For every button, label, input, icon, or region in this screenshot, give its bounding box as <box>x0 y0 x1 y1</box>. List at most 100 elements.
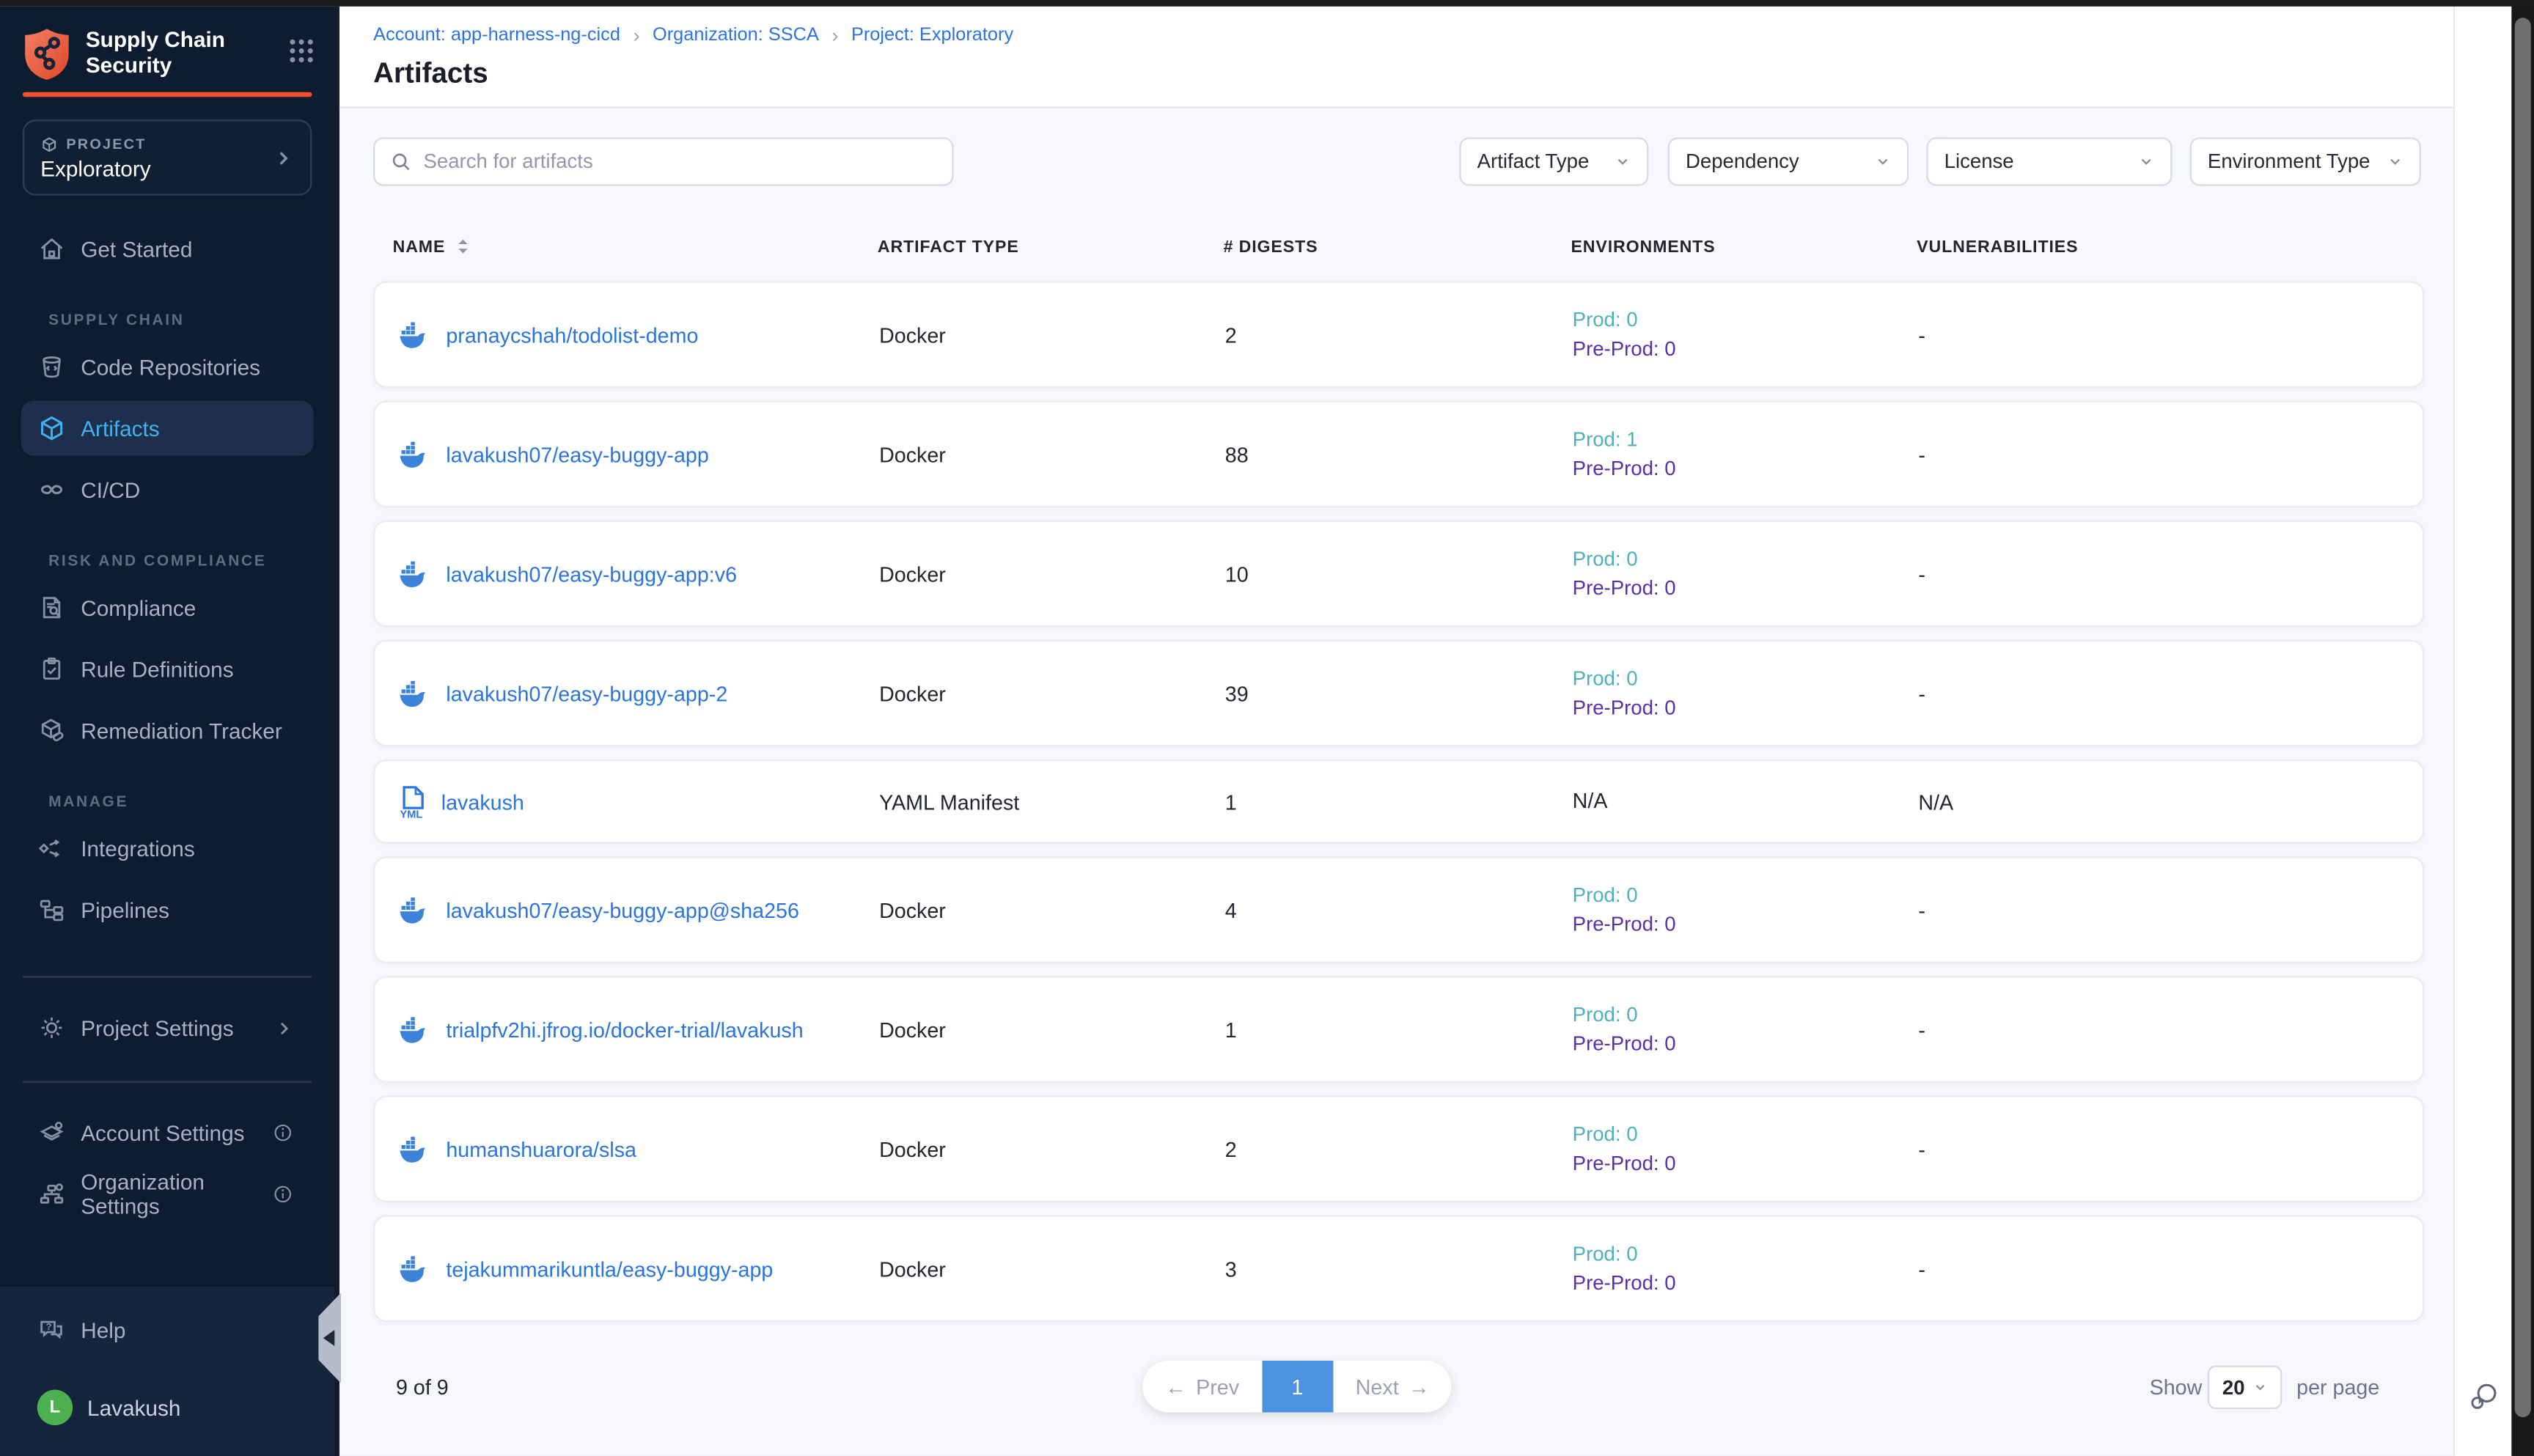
preprod-count-link[interactable]: Pre-Prod: 0 <box>1573 910 1919 939</box>
module-grid-icon[interactable] <box>287 37 315 65</box>
artifact-name-link[interactable]: humanshuarora/slsa <box>446 1137 636 1161</box>
prod-count-link[interactable]: Prod: 0 <box>1573 664 1919 694</box>
sidebar-item-organization-settings[interactable]: Organization Settings <box>21 1166 314 1221</box>
avatar: L <box>37 1390 73 1425</box>
page-size-select[interactable]: 20 <box>2208 1366 2282 1410</box>
preprod-count-link[interactable]: Pre-Prod: 0 <box>1573 454 1919 483</box>
filter-dependency[interactable]: Dependency <box>1668 137 1909 185</box>
scrollbar-thumb[interactable] <box>2515 18 2531 1417</box>
chevron-down-icon <box>2387 153 2403 169</box>
page-1-button[interactable]: 1 <box>1262 1361 1333 1413</box>
artifact-name-link[interactable]: pranaycshah/todolist-demo <box>446 323 698 347</box>
gear-icon <box>37 1013 67 1043</box>
sidebar-item-label: Artifacts <box>81 416 159 441</box>
table-row[interactable]: lavakush07/easy-buggy-app@sha256Docker4P… <box>373 856 2424 963</box>
column-header-environments: ENVIRONMENTS <box>1571 237 1917 256</box>
preprod-count-link[interactable]: Pre-Prod: 0 <box>1573 694 1919 723</box>
artifact-name-link[interactable]: tejakummarikuntla/easy-buggy-app <box>446 1257 773 1281</box>
artifact-name-link[interactable]: lavakush <box>441 790 524 814</box>
artifact-type-cell: Docker <box>879 442 1225 466</box>
artifact-name-link[interactable]: lavakush07/easy-buggy-app@sha256 <box>446 897 799 922</box>
box-pill-icon <box>37 716 67 745</box>
user-menu[interactable]: L Lavakush <box>21 1380 314 1435</box>
chevron-down-icon <box>1615 153 1631 169</box>
filter-environment-type[interactable]: Environment Type <box>2190 137 2421 185</box>
table-row[interactable]: humanshuarora/slsaDocker2Prod: 0Pre-Prod… <box>373 1095 2424 1202</box>
filter-license[interactable]: License <box>1926 137 2172 185</box>
artifact-name-link[interactable]: lavakush07/easy-buggy-app:v6 <box>446 562 737 586</box>
column-header-vulnerabilities: VULNERABILITIES <box>1917 237 2424 256</box>
clipboard-check-icon <box>37 655 67 684</box>
sidebar-item-code-repositories[interactable]: Code Repositories <box>21 339 314 394</box>
table-row[interactable]: lavakush07/easy-buggy-appDocker88Prod: 1… <box>373 401 2424 507</box>
sidebar-item-rule-definitions[interactable]: Rule Definitions <box>21 641 314 696</box>
preprod-count-link[interactable]: Pre-Prod: 0 <box>1573 573 1919 603</box>
sidebar-item-help[interactable]: ? Help <box>21 1303 314 1358</box>
preprod-count-link[interactable]: Pre-Prod: 0 <box>1573 1149 1919 1178</box>
prod-count-link[interactable]: Prod: 0 <box>1573 306 1919 335</box>
breadcrumb-account-link[interactable]: Account: app-harness-ng-cicd <box>373 26 620 45</box>
table-row[interactable]: lavakush07/easy-buggy-app-2Docker39Prod:… <box>373 640 2424 746</box>
sidebar-item-integrations[interactable]: Integrations <box>21 821 314 876</box>
yaml-manifest-icon: YML <box>399 784 426 818</box>
sidebar-item-get-started[interactable]: Get Started <box>21 221 314 276</box>
table-row[interactable]: lavakush07/easy-buggy-app:v6Docker10Prod… <box>373 521 2424 627</box>
digest-count-cell: 2 <box>1225 1137 1573 1161</box>
sidebar-item-pipelines[interactable]: Pipelines <box>21 882 314 937</box>
next-page-button[interactable]: Next → <box>1333 1361 1453 1413</box>
prod-count-link[interactable]: Prod: 0 <box>1573 880 1919 910</box>
table-row[interactable]: tejakummarikuntla/easy-buggy-appDocker3P… <box>373 1216 2424 1322</box>
sidebar-item-account-settings[interactable]: Account Settings <box>21 1106 314 1161</box>
preprod-count-link[interactable]: Pre-Prod: 0 <box>1573 334 1919 364</box>
sidebar-item-label: Help <box>81 1318 125 1342</box>
breadcrumb-project-link[interactable]: Project: Exploratory <box>851 26 1013 45</box>
digest-count-cell: 3 <box>1225 1257 1573 1281</box>
prod-count-link[interactable]: Prod: 0 <box>1573 1000 1919 1029</box>
user-name: Lavakush <box>87 1395 180 1419</box>
sidebar-item-label: CI/CD <box>81 477 140 501</box>
sidebar-item-label: Organization Settings <box>81 1170 257 1218</box>
prod-count-link[interactable]: Prod: 0 <box>1573 545 1919 574</box>
artifact-name-link[interactable]: lavakush07/easy-buggy-app <box>446 442 708 466</box>
prev-page-button[interactable]: ← Prev <box>1142 1361 1262 1413</box>
vulnerabilities-cell: - <box>1918 1018 2423 1042</box>
table-row[interactable]: pranaycshah/todolist-demoDocker2Prod: 0P… <box>373 282 2424 388</box>
artifact-table: pranaycshah/todolist-demoDocker2Prod: 0P… <box>373 282 2424 1335</box>
breadcrumb-separator: › <box>832 24 839 47</box>
project-selector-label: PROJECT <box>66 136 146 152</box>
breadcrumb-organization-link[interactable]: Organization: SSCA <box>653 26 819 45</box>
prod-count-link[interactable]: Prod: 0 <box>1573 1240 1919 1269</box>
table-row[interactable]: YMLlavakushYAML Manifest1N/AN/A <box>373 760 2424 844</box>
sort-icon[interactable] <box>453 236 471 257</box>
preprod-count-link[interactable]: Pre-Prod: 0 <box>1573 1268 1919 1298</box>
page-scrollbar[interactable] <box>2511 0 2534 1456</box>
infinity-icon <box>37 475 67 504</box>
preprod-count-link[interactable]: Pre-Prod: 0 <box>1573 1029 1919 1059</box>
sidebar-item-remediation-tracker[interactable]: Remediation Tracker <box>21 703 314 758</box>
integrations-icon <box>37 834 67 863</box>
table-row[interactable]: trialpfv2hi.jfrog.io/docker-trial/lavaku… <box>373 976 2424 1082</box>
sidebar-item-compliance[interactable]: Compliance <box>21 580 314 635</box>
filter-label: Environment Type <box>2208 150 2370 173</box>
sidebar-item-ci-cd[interactable]: CI/CD <box>21 462 314 517</box>
filter-label: Artifact Type <box>1477 150 1590 173</box>
search-input[interactable]: Search for artifacts <box>373 137 953 185</box>
artifact-name-link[interactable]: trialpfv2hi.jfrog.io/docker-trial/lavaku… <box>446 1018 803 1042</box>
sidebar-section-label: MANAGE <box>48 793 334 811</box>
artifacts-page: Supply Chain Security <box>0 0 2534 1456</box>
artifact-type-cell: Docker <box>879 562 1225 586</box>
sidebar-section-label: SUPPLY CHAIN <box>48 312 334 329</box>
docker-icon <box>399 680 431 707</box>
filter-artifact-type[interactable]: Artifact Type <box>1459 137 1648 185</box>
sidebar-item-artifacts[interactable]: Artifacts <box>21 401 314 456</box>
column-header-name[interactable]: NAME <box>373 236 878 257</box>
sidebar-item-project-settings[interactable]: Project Settings <box>21 1000 314 1055</box>
artifact-name-link[interactable]: lavakush07/easy-buggy-app-2 <box>446 681 727 705</box>
help-chat-bubble-icon[interactable] <box>2467 1378 2502 1413</box>
project-selector[interactable]: PROJECT Exploratory <box>23 120 312 196</box>
docker-icon <box>399 1255 431 1282</box>
prod-count-link[interactable]: Prod: 0 <box>1573 1120 1919 1150</box>
info-icon <box>271 1122 294 1144</box>
prod-count-link[interactable]: Prod: 1 <box>1573 425 1919 455</box>
filter-label: License <box>1944 150 2014 173</box>
